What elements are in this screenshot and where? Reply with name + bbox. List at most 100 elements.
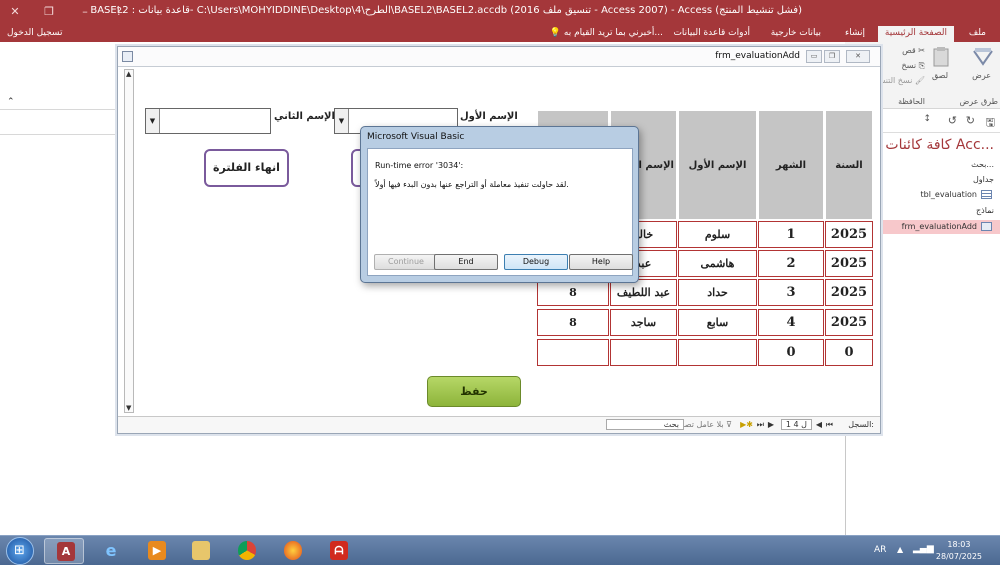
form-minimize-icon[interactable]: ▭ [806,50,822,63]
debug-button[interactable]: Debug [504,254,568,270]
sort-icon[interactable]: ↕ [923,114,931,124]
ie-icon: e [105,541,117,560]
restore-window-icon[interactable]: ❐ [38,3,60,21]
form-title-bar: frm_evaluationAdd ▭ ❐ ✕ [118,47,880,67]
end-button[interactable]: End [434,254,498,270]
tell-me-box[interactable]: 💡 أخبرني بما تريد القيام به... [550,26,663,42]
cell-year[interactable]: 2025 [825,309,873,336]
cell-extra[interactable] [537,339,609,366]
taskbar-access[interactable]: A [44,538,84,564]
header-first-name: الإسم الأول [678,110,757,220]
nav-pane-title[interactable]: كافة كائنات Acc... [885,137,994,153]
paste-icon[interactable] [932,46,950,68]
form-icon[interactable] [122,51,133,62]
help-icon[interactable]: ? [108,3,130,21]
start-button[interactable]: ⊞ [6,537,34,565]
cell-second-name[interactable]: ساجد [610,309,677,336]
cell-second-name[interactable] [610,339,677,366]
record-navigation-bar: السجل: ⏮ ◀ 1 ل 4 ▶ ⏭ ▶✱ بلا عامل تصفية ⊽… [118,416,880,433]
cell-month[interactable]: 3 [758,279,824,306]
cut-button[interactable]: قص ✂ [902,46,925,55]
show-hidden-icons-icon[interactable]: ▲ [897,545,903,554]
taskbar-chrome[interactable] [226,538,266,564]
clipboard-group-label: الحافظة [898,97,925,106]
view-button-label[interactable]: عرض [972,71,991,80]
new-record-icon[interactable]: ▶✱ [740,420,753,429]
cell-second-name[interactable]: عبد اللطيف [610,279,677,306]
continue-button[interactable]: Continue [374,254,438,270]
combo-dropdown-icon[interactable]: ▼ [335,109,349,133]
cell-first-name[interactable] [678,339,757,366]
taskbar-internet-explorer[interactable]: e [90,538,130,564]
cell-month[interactable]: 2 [758,250,824,277]
form-restore-icon[interactable]: ❐ [824,50,840,63]
first-record-icon[interactable]: ⏮ [826,420,833,430]
cell-month[interactable]: 4 [758,309,824,336]
taskbar-acrobat[interactable]: ᗩ [318,538,358,564]
sign-in-link[interactable]: تسجيل الدخول [7,26,62,42]
undo-icon[interactable]: ↺ [948,114,957,127]
nav-item-tbl-evaluation[interactable]: tbl_evaluation [920,190,992,199]
taskbar-file-explorer[interactable] [180,538,220,564]
cell-month[interactable]: 0 [758,339,824,366]
second-name-combo[interactable]: ▼ [145,108,271,134]
tab-file[interactable]: ملف [969,26,986,42]
cell-first-name[interactable]: سلوم [678,221,757,248]
cell-extra[interactable]: 8 [537,279,609,306]
last-record-icon[interactable]: ⏭ [757,420,764,430]
nav-item-label: frm_evaluationAdd [901,222,977,231]
nav-group-forms[interactable]: نماذج [976,206,994,215]
cell-year[interactable]: 2025 [825,221,873,248]
network-signal-icon[interactable]: ▂▄▆ [913,544,934,554]
close-window-icon[interactable]: ✕ [4,3,26,21]
tab-home[interactable]: الصفحة الرئيسية [877,26,954,42]
error-code-text: Run-time error '3034': [375,161,464,170]
tab-database-tools[interactable]: أدوات قاعدة البيانات [673,26,750,42]
language-indicator[interactable]: AR [874,545,886,555]
brush-icon: 🖌 [914,76,925,85]
cut-label: قص [902,46,916,55]
redo-icon[interactable]: ↻ [966,114,975,127]
scroll-up-icon[interactable]: ▲ [126,70,131,78]
cell-year[interactable]: 2025 [825,279,873,306]
chrome-icon [238,541,256,560]
collapse-chevron-icon[interactable]: ⌃ [7,97,15,107]
save-button[interactable]: حفظ [427,376,521,407]
save-icon[interactable]: 🖫 [986,114,995,133]
prev-record-icon[interactable]: ◀ [816,420,822,429]
record-search-box[interactable]: بحث [606,419,684,430]
clock-date: 28/07/2025 [935,552,982,561]
scroll-down-icon[interactable]: ▼ [126,404,131,412]
cell-first-name[interactable]: سابع [678,309,757,336]
paste-button-label[interactable]: لصق [932,71,948,80]
tab-external-data[interactable]: بيانات خارجية [771,26,821,42]
media-player-icon: ▶ [148,541,166,560]
next-record-icon[interactable]: ▶ [768,420,774,429]
help-button[interactable]: Help [569,254,633,270]
views-group-label: طرق عرض [959,97,998,106]
view-icon[interactable] [972,46,994,68]
tab-create[interactable]: إنشاء [845,26,865,42]
collapsed-ribbon-strip: ⌃ [0,97,116,135]
form-close-icon[interactable]: ✕ [846,50,870,63]
vertical-scrollbar[interactable]: ▲ ▼ [124,69,134,413]
copy-button[interactable]: نسخ ⎘ [902,61,925,71]
cell-first-name[interactable]: حداد [678,279,757,306]
cell-extra[interactable]: 8 [537,309,609,336]
nav-group-tables[interactable]: جداول [973,175,994,184]
error-message-text: لقد حاولت تنفيذ معاملة أو التراجع عنها ب… [375,180,569,189]
taskbar-media-player[interactable]: ▶ [136,538,176,564]
cell-year[interactable]: 0 [825,339,873,366]
combo-dropdown-icon[interactable]: ▼ [146,109,160,133]
end-filter-button[interactable]: انهاء الفلترة [204,149,289,187]
nav-item-frm-evaluationadd[interactable]: frm_evaluationAdd [882,220,1000,234]
cell-first-name[interactable]: هاشمى [678,250,757,277]
taskbar-firefox[interactable] [272,538,312,564]
record-position[interactable]: 1 ل 4 [780,419,812,430]
system-clock[interactable]: 18:03 28/07/2025 [936,539,982,563]
cell-month[interactable]: 1 [758,221,824,248]
clock-time: 18:03 [947,540,971,549]
minimize-window-icon[interactable]: – [74,3,96,21]
nav-search-input[interactable]: بحث... [971,160,994,169]
cell-year[interactable]: 2025 [825,250,873,277]
